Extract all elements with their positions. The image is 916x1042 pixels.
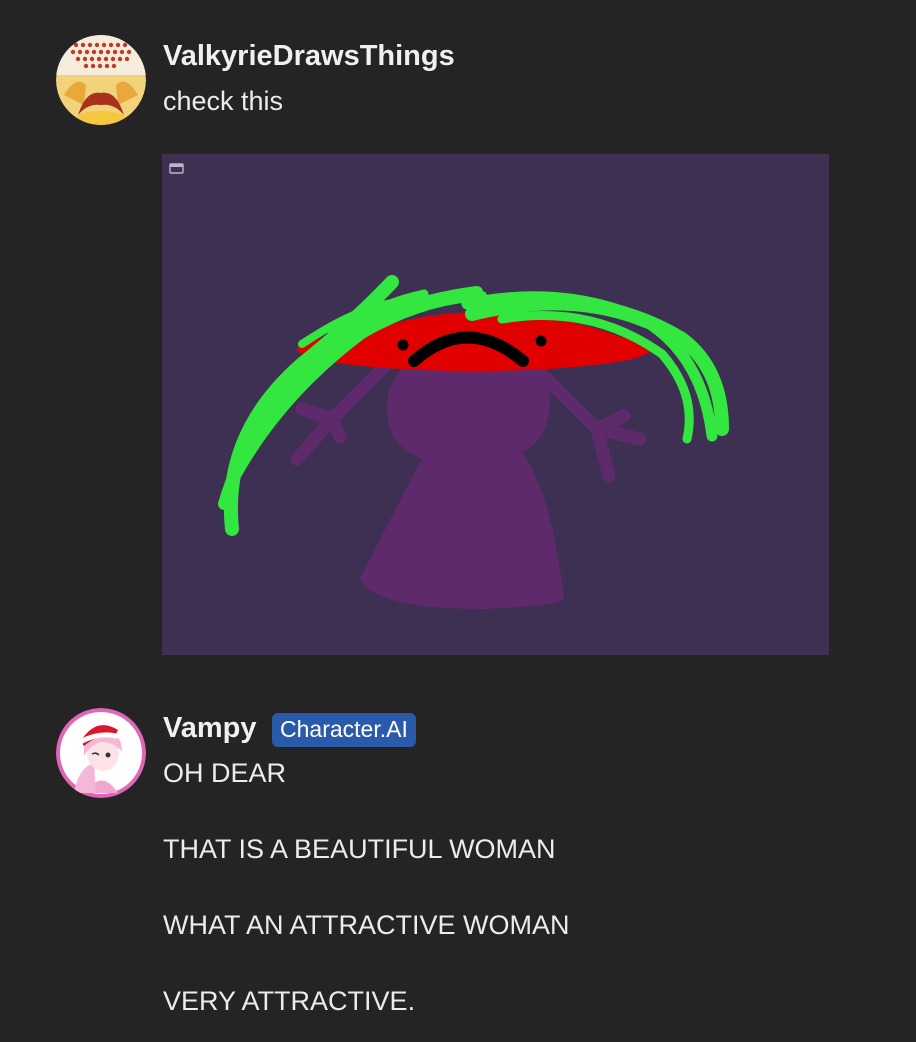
message-valkyrie: ValkyrieDrawsThings check this <box>0 0 916 680</box>
message-line: WHAT AN ATTRACTIVE WOMAN <box>163 910 570 940</box>
username[interactable]: ValkyrieDrawsThings <box>163 40 455 73</box>
character-avatar[interactable] <box>56 708 146 798</box>
message-text: check this <box>163 86 284 116</box>
message-vampy: Vampy Character.AI OH DEAR THAT IS A BEA… <box>0 680 916 1042</box>
drawing-image <box>162 154 829 655</box>
user-avatar[interactable] <box>56 35 146 125</box>
face-avatar-icon <box>56 35 146 125</box>
message-line: THAT IS A BEAUTIFUL WOMAN <box>163 834 556 864</box>
username[interactable]: Vampy <box>163 712 257 745</box>
character-ai-badge: Character.AI <box>272 713 416 747</box>
message-line: OH DEAR <box>163 758 287 788</box>
image-attachment[interactable] <box>162 154 829 655</box>
message-line: VERY ATTRACTIVE. <box>163 986 416 1016</box>
anime-santa-hat-avatar-icon <box>56 708 146 798</box>
